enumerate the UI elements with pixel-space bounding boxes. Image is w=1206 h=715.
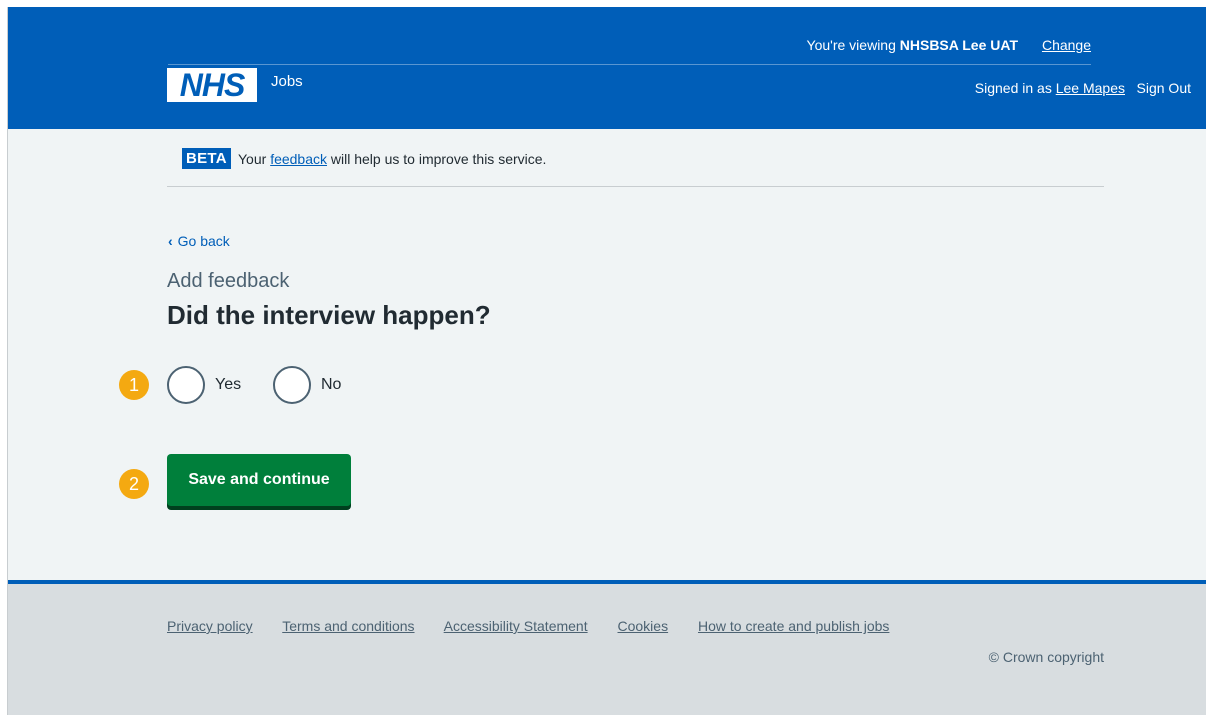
save-and-continue-button[interactable]: Save and continue <box>167 454 351 506</box>
site-footer: Privacy policy Terms and conditions Acce… <box>8 580 1206 715</box>
beta-text-after: will help us to improve this service. <box>327 151 547 167</box>
signed-in-prefix: Signed in as <box>974 80 1056 96</box>
beta-text-before: Your <box>238 151 271 167</box>
go-back-link[interactable]: ‹ Go back <box>168 233 230 249</box>
go-back-label: Go back <box>177 233 230 249</box>
radio-label-no: No <box>321 376 342 393</box>
step-marker-1: 1 <box>119 370 149 400</box>
viewing-org-name: NHSBSA Lee UAT <box>899 37 1018 53</box>
viewing-org-text: You're viewing NHSBSA Lee UAT <box>807 37 1018 53</box>
footer-link-cookies[interactable]: Cookies <box>618 618 669 634</box>
footer-link-privacy[interactable]: Privacy policy <box>167 618 253 634</box>
footer-link-how-to-publish[interactable]: How to create and publish jobs <box>698 618 889 634</box>
step-marker-2: 2 <box>119 469 149 499</box>
beta-tag: BETA <box>182 148 231 169</box>
service-name[interactable]: Jobs <box>271 73 303 90</box>
page-frame: You're viewing NHSBSA Lee UAT Change NHS… <box>7 7 1206 715</box>
beta-text: Your feedback will help us to improve th… <box>238 151 546 167</box>
account-bar: You're viewing NHSBSA Lee UAT Change <box>168 33 1091 65</box>
radio-button-yes[interactable] <box>167 366 205 404</box>
user-name-link[interactable]: Lee Mapes <box>1056 80 1125 96</box>
footer-links: Privacy policy Terms and conditions Acce… <box>167 618 915 634</box>
footer-link-terms[interactable]: Terms and conditions <box>282 618 414 634</box>
radio-option-no[interactable]: No <box>273 366 341 404</box>
signed-in-text: Signed in as Lee Mapes <box>975 80 1125 96</box>
footer-link-accessibility[interactable]: Accessibility Statement <box>444 618 588 634</box>
radio-button-no[interactable] <box>273 366 311 404</box>
copyright-text: © Crown copyright <box>988 649 1104 665</box>
change-org-link[interactable]: Change <box>1042 37 1091 53</box>
site-header: You're viewing NHSBSA Lee UAT Change NHS… <box>8 7 1206 129</box>
page-caption: Add feedback <box>167 270 290 292</box>
beta-banner: BETA Your feedback will help us to impro… <box>167 144 1104 187</box>
radio-option-yes[interactable]: Yes <box>167 366 241 404</box>
chevron-left-icon: ‹ <box>168 233 173 249</box>
viewing-prefix: You're viewing <box>806 37 900 53</box>
feedback-link[interactable]: feedback <box>270 151 327 167</box>
page-title: Did the interview happen? <box>167 300 491 330</box>
sign-out-link[interactable]: Sign Out <box>1137 80 1191 96</box>
radio-label-yes: Yes <box>215 376 242 393</box>
nhs-logo[interactable]: NHS <box>167 68 257 102</box>
